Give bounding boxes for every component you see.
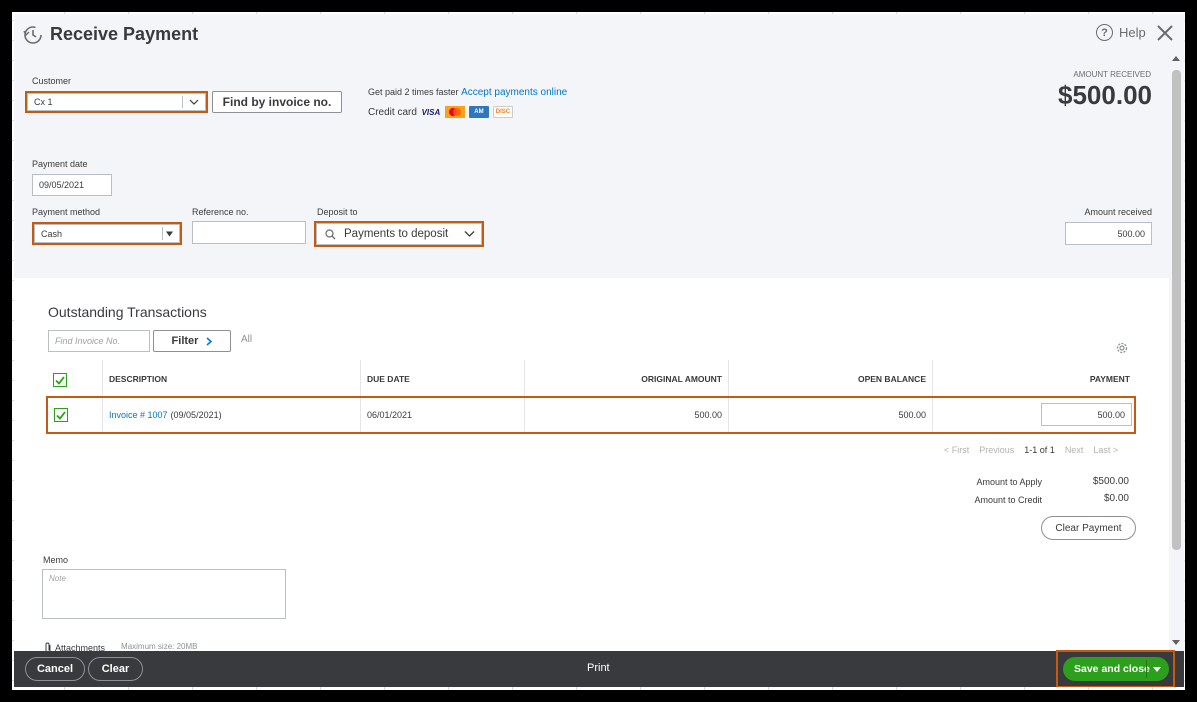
row-open-balance: 500.00 [728,398,932,432]
reference-input[interactable] [192,221,306,244]
deposit-to-label: Deposit to [317,207,358,217]
column-due-date[interactable]: DUE DATE [360,360,524,398]
accept-payments-link[interactable]: Accept payments online [461,87,567,98]
save-and-close-button[interactable]: Save and close [1063,657,1169,681]
amount-received-label: Amount received [1084,207,1152,217]
credit-card-label: Credit card [368,106,417,118]
amount-to-apply-value: $500.00 [1092,476,1129,487]
amount-to-credit-value: $0.00 [1103,493,1129,504]
find-invoice-placeholder: Find Invoice No. [55,336,121,346]
checkmark-icon [55,375,65,385]
amount-received-total: $500.00 [1058,80,1152,110]
customer-value: Cx 1 [34,97,53,107]
chevron-down-icon [464,231,475,237]
memo-placeholder: Note [49,574,66,583]
transactions-table-header: DESCRIPTION DUE DATE ORIGINAL AMOUNT OPE… [48,360,1136,398]
select-all-checkbox[interactable] [53,373,67,387]
search-icon [325,228,336,239]
clear-payment-button[interactable]: Clear Payment [1041,516,1136,540]
deposit-to-select[interactable]: Payments to deposit [314,221,484,247]
row-payment-input[interactable]: 500.00 [1041,403,1132,426]
payment-method-select[interactable]: Cash [32,222,182,245]
payment-method-label: Payment method [32,207,101,217]
amount-received-input[interactable]: 500.00 [1065,222,1152,245]
caret-down-icon [166,231,173,236]
cancel-button[interactable]: Cancel [25,657,85,681]
amount-received-caption: AMOUNT RECEIVED [1073,70,1151,79]
get-paid-prefix: Get paid 2 times faster [368,87,459,97]
pager-last[interactable]: Last > [1093,445,1118,455]
column-payment[interactable]: PAYMENT [932,360,1136,398]
find-by-invoice-button[interactable]: Find by invoice no. [212,91,342,113]
visa-icon: VISA [421,107,441,117]
pagination: < First Previous 1-1 of 1 Next Last > [944,445,1118,455]
save-and-close-wrapper: Save and close [1056,650,1175,687]
save-divider [1146,660,1147,678]
reference-label: Reference no. [192,207,249,217]
pager-range: 1-1 of 1 [1024,445,1055,455]
payment-date-label: Payment date [32,159,88,169]
invoice-link[interactable]: Invoice # 1007 [109,410,168,420]
row-checkbox[interactable] [54,408,68,422]
page-title: Receive Payment [50,24,199,44]
help-button[interactable]: ? Help [1096,24,1146,41]
header-panel [14,14,1169,278]
scroll-thumb[interactable] [1172,70,1181,550]
filter-label: Filter [171,335,199,347]
help-label: Help [1119,25,1146,40]
filter-all-label: All [241,334,253,345]
deposit-to-value: Payments to deposit [344,228,449,240]
row-original-amount: 500.00 [524,398,728,432]
payment-method-value: Cash [41,228,63,239]
amount-to-credit-label: Amount to Credit [974,495,1042,505]
payment-date-input[interactable]: 09/05/2021 [32,174,112,196]
gear-icon[interactable] [1115,341,1129,355]
row-due-date: 06/01/2021 [360,398,524,432]
filter-button[interactable]: Filter [153,330,231,352]
scroll-down-icon[interactable] [1172,640,1180,645]
outstanding-transactions-title: Outstanding Transactions [48,304,207,320]
column-open-balance[interactable]: OPEN BALANCE [728,360,932,398]
credit-card-row: Credit card VISA AM DISC [368,106,513,118]
mastercard-icon [444,106,465,118]
row-description: Invoice # 1007 (09/05/2021) [102,398,360,432]
vertical-scrollbar[interactable] [1169,14,1184,651]
help-icon: ? [1096,24,1113,41]
print-button[interactable]: Print [587,662,610,674]
pager-next[interactable]: Next [1065,445,1084,455]
customer-select[interactable]: Cx 1 [25,91,208,113]
scroll-up-icon[interactable] [1172,56,1180,61]
column-description[interactable]: DESCRIPTION [102,360,360,398]
column-original-amount[interactable]: ORIGINAL AMOUNT [524,360,728,398]
memo-field[interactable]: Note [42,569,286,619]
receive-payment-window: Receive Payment ? Help Customer Cx 1 Fin… [14,14,1184,687]
payment-date-value: 09/05/2021 [39,180,85,190]
discover-icon: DISC [492,106,513,118]
memo-label: Memo [43,555,69,565]
row-payment-cell: 500.00 [932,398,1134,432]
table-row[interactable]: Invoice # 1007 (09/05/2021) 06/01/2021 5… [46,396,1136,434]
history-icon[interactable] [22,24,44,46]
find-invoice-input[interactable]: Find Invoice No. [48,330,150,352]
customer-label: Customer [32,76,72,86]
pager-first[interactable]: < First [944,445,969,455]
invoice-date: (09/05/2021) [170,410,222,420]
chevron-down-icon [189,99,199,105]
close-icon[interactable] [1154,22,1176,44]
footer-bar: Cancel Clear Print Save and close [14,650,1184,687]
amount-to-apply-label: Amount to Apply [976,477,1042,487]
caret-down-icon[interactable] [1153,667,1161,672]
get-paid-text: Get paid 2 times faster Accept payments … [368,87,567,98]
clear-button[interactable]: Clear [88,657,143,681]
pager-previous[interactable]: Previous [979,445,1014,455]
amount-received-value: 500.00 [1117,228,1145,239]
amex-icon: AM [468,106,489,118]
chevron-right-icon [206,336,213,346]
save-and-close-label: Save and close [1074,663,1150,675]
checkmark-icon [56,410,66,420]
